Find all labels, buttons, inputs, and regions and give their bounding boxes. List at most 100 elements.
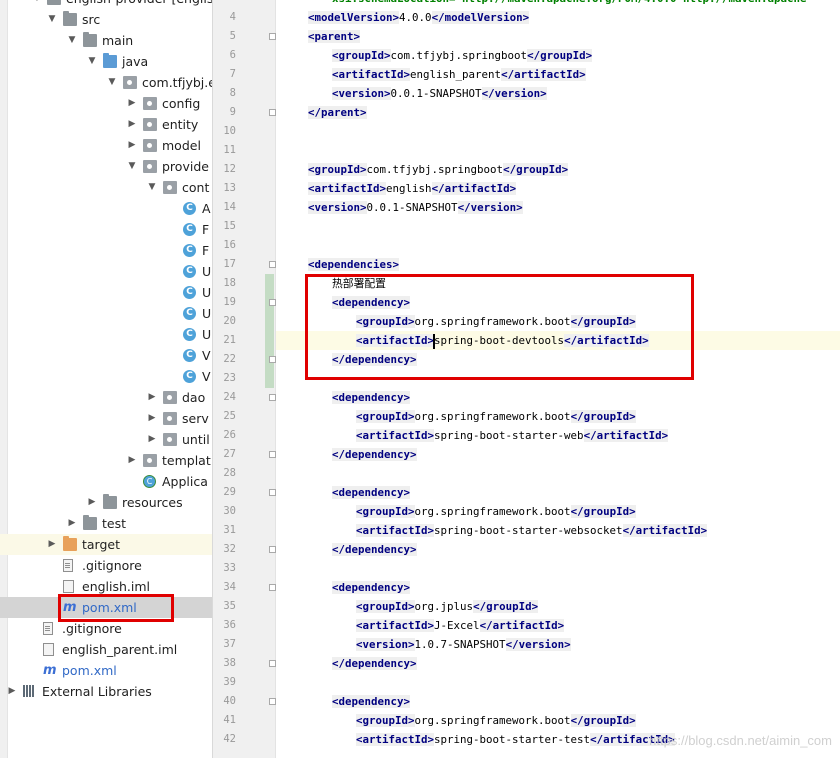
tree-row[interactable]: ▶ resources xyxy=(0,492,212,513)
folder-icon xyxy=(83,515,97,530)
code-line[interactable]: <dependency> xyxy=(332,692,411,711)
tree-row[interactable]: ▶ model xyxy=(0,135,212,156)
chevron-down-icon[interactable]: ▼ xyxy=(67,30,77,51)
code-line[interactable]: <artifactId>spring-boot-starter-web</art… xyxy=(356,426,669,445)
code-line[interactable]: <dependency> xyxy=(332,578,411,597)
tree-row[interactable]: CF xyxy=(0,240,212,261)
tree-row[interactable]: ▼ src xyxy=(0,9,212,30)
code-line[interactable]: <groupId>org.springframework.boot</group… xyxy=(356,312,636,331)
code-line[interactable]: <version>1.0.7-SNAPSHOT</version> xyxy=(356,635,571,654)
tree-row[interactable]: ▶ templat xyxy=(0,450,212,471)
chevron-right-icon[interactable]: ▶ xyxy=(7,681,17,702)
code-line[interactable]: <groupId>org.springframework.boot</group… xyxy=(356,711,636,730)
code-line[interactable]: <groupId>com.tfjybj.springboot</groupId> xyxy=(308,160,569,179)
tree-row[interactable]: ▼ java xyxy=(0,51,212,72)
code-line[interactable]: <groupId>org.springframework.boot</group… xyxy=(356,407,636,426)
fold-collapse-icon[interactable] xyxy=(269,33,276,40)
code-line[interactable]: <dependency> xyxy=(332,483,411,502)
code-line[interactable]: </dependency> xyxy=(332,540,417,559)
fold-collapse-icon[interactable] xyxy=(269,261,276,268)
tree-row-project-root[interactable]: ▼ english-provider [english xyxy=(0,0,212,9)
fold-end-icon[interactable] xyxy=(269,660,276,667)
tree-row[interactable]: CV xyxy=(0,366,212,387)
chevron-down-icon[interactable]: ▼ xyxy=(87,51,97,72)
code-line[interactable]: <groupId>org.springframework.boot</group… xyxy=(356,502,636,521)
fold-collapse-icon[interactable] xyxy=(269,584,276,591)
chevron-right-icon[interactable]: ▶ xyxy=(147,387,157,408)
chevron-right-icon[interactable]: ▶ xyxy=(127,135,137,156)
chevron-right-icon[interactable]: ▶ xyxy=(87,492,97,513)
code-line[interactable]: <artifactId>spring-boot-devtools</artifa… xyxy=(356,331,649,350)
chevron-right-icon[interactable]: ▶ xyxy=(127,93,137,114)
fold-collapse-icon[interactable] xyxy=(269,489,276,496)
code-line[interactable]: </dependency> xyxy=(332,350,417,369)
chevron-down-icon[interactable]: ▼ xyxy=(127,156,137,177)
chevron-right-icon[interactable]: ▶ xyxy=(127,114,137,135)
fold-collapse-icon[interactable] xyxy=(269,698,276,705)
code-line[interactable]: </parent> xyxy=(308,103,367,122)
chevron-down-icon[interactable]: ▼ xyxy=(147,177,157,198)
tree-row[interactable]: ▶ test xyxy=(0,513,212,534)
code-line[interactable]: <version>0.0.1-SNAPSHOT</version> xyxy=(308,198,523,217)
tree-row[interactable]: ▶ External Libraries xyxy=(0,681,212,702)
tree-row[interactable]: ▶ target xyxy=(0,534,212,555)
xml-tag-bracket: > xyxy=(403,486,411,499)
xml-close-tag-name: version xyxy=(470,201,517,214)
tree-row[interactable]: ▼ main xyxy=(0,30,212,51)
vcs-change-marker[interactable] xyxy=(265,274,274,388)
code-line[interactable]: <modelVersion>4.0.0</modelVersion> xyxy=(308,8,530,27)
tree-row[interactable]: ▶ entity xyxy=(0,114,212,135)
fold-end-icon[interactable] xyxy=(269,356,276,363)
fold-collapse-icon[interactable] xyxy=(269,299,276,306)
chevron-right-icon[interactable]: ▶ xyxy=(147,408,157,429)
tree-row[interactable]: m pom.xml xyxy=(0,597,212,618)
code-line[interactable]: <parent> xyxy=(308,27,361,46)
fold-collapse-icon[interactable] xyxy=(269,394,276,401)
code-line[interactable]: <artifactId>spring-boot-starter-websocke… xyxy=(356,521,708,540)
chevron-right-icon[interactable]: ▶ xyxy=(67,513,77,534)
tree-row[interactable]: ▶ config xyxy=(0,93,212,114)
chevron-right-icon[interactable]: ▶ xyxy=(147,429,157,450)
tree-row[interactable]: ▶ until xyxy=(0,429,212,450)
tree-item-label: until xyxy=(182,432,210,447)
code-line[interactable]: 热部署配置 xyxy=(332,274,386,293)
code-line[interactable]: <artifactId>english</artifactId> xyxy=(308,179,517,198)
tree-row[interactable]: ▼ provide xyxy=(0,156,212,177)
code-line[interactable]: <artifactId>J-Excel</artifactId> xyxy=(356,616,565,635)
tree-row[interactable]: m pom.xml xyxy=(0,660,212,681)
code-line[interactable]: <groupId>org.jplus</groupId> xyxy=(356,597,539,616)
tree-row[interactable]: CU xyxy=(0,282,212,303)
fold-end-icon[interactable] xyxy=(269,546,276,553)
tree-row[interactable]: english.iml xyxy=(0,576,212,597)
code-line[interactable]: <dependency> xyxy=(332,293,411,312)
chevron-right-icon[interactable]: ▶ xyxy=(127,450,137,471)
code-line[interactable]: <dependencies> xyxy=(308,255,400,274)
chevron-down-icon[interactable]: ▼ xyxy=(107,72,117,93)
code-line[interactable]: <artifactId>spring-boot-starter-test</ar… xyxy=(356,730,675,749)
chevron-down-icon[interactable]: ▼ xyxy=(47,9,57,30)
code-line[interactable]: </dependency> xyxy=(332,654,417,673)
tree-row[interactable]: CU xyxy=(0,324,212,345)
tree-row[interactable]: .gitignore xyxy=(0,555,212,576)
code-line[interactable]: </dependency> xyxy=(332,445,417,464)
fold-end-icon[interactable] xyxy=(269,451,276,458)
tree-row[interactable]: CF xyxy=(0,219,212,240)
tree-row[interactable]: C Applica xyxy=(0,471,212,492)
tree-row[interactable]: CU xyxy=(0,303,212,324)
tree-row[interactable]: ▼ com.tfjybj.e xyxy=(0,72,212,93)
tree-row[interactable]: ▼ cont xyxy=(0,177,212,198)
code-line[interactable]: <artifactId>english_parent</artifactId> xyxy=(332,65,586,84)
tree-row[interactable]: CU xyxy=(0,261,212,282)
tree-row[interactable]: .gitignore xyxy=(0,618,212,639)
tree-row[interactable]: ▶ serv xyxy=(0,408,212,429)
chevron-right-icon[interactable]: ▶ xyxy=(47,534,57,555)
fold-end-icon[interactable] xyxy=(269,109,276,116)
tree-row[interactable]: CA xyxy=(0,198,212,219)
code-line[interactable]: <version>0.0.1-SNAPSHOT</version> xyxy=(332,84,547,103)
chevron-down-icon[interactable]: ▼ xyxy=(32,0,42,9)
tree-row[interactable]: CV xyxy=(0,345,212,366)
tree-row[interactable]: english_parent.iml xyxy=(0,639,212,660)
tree-row[interactable]: ▶ dao xyxy=(0,387,212,408)
code-line[interactable]: <groupId>com.tfjybj.springboot</groupId> xyxy=(332,46,593,65)
code-line[interactable]: <dependency> xyxy=(332,388,411,407)
